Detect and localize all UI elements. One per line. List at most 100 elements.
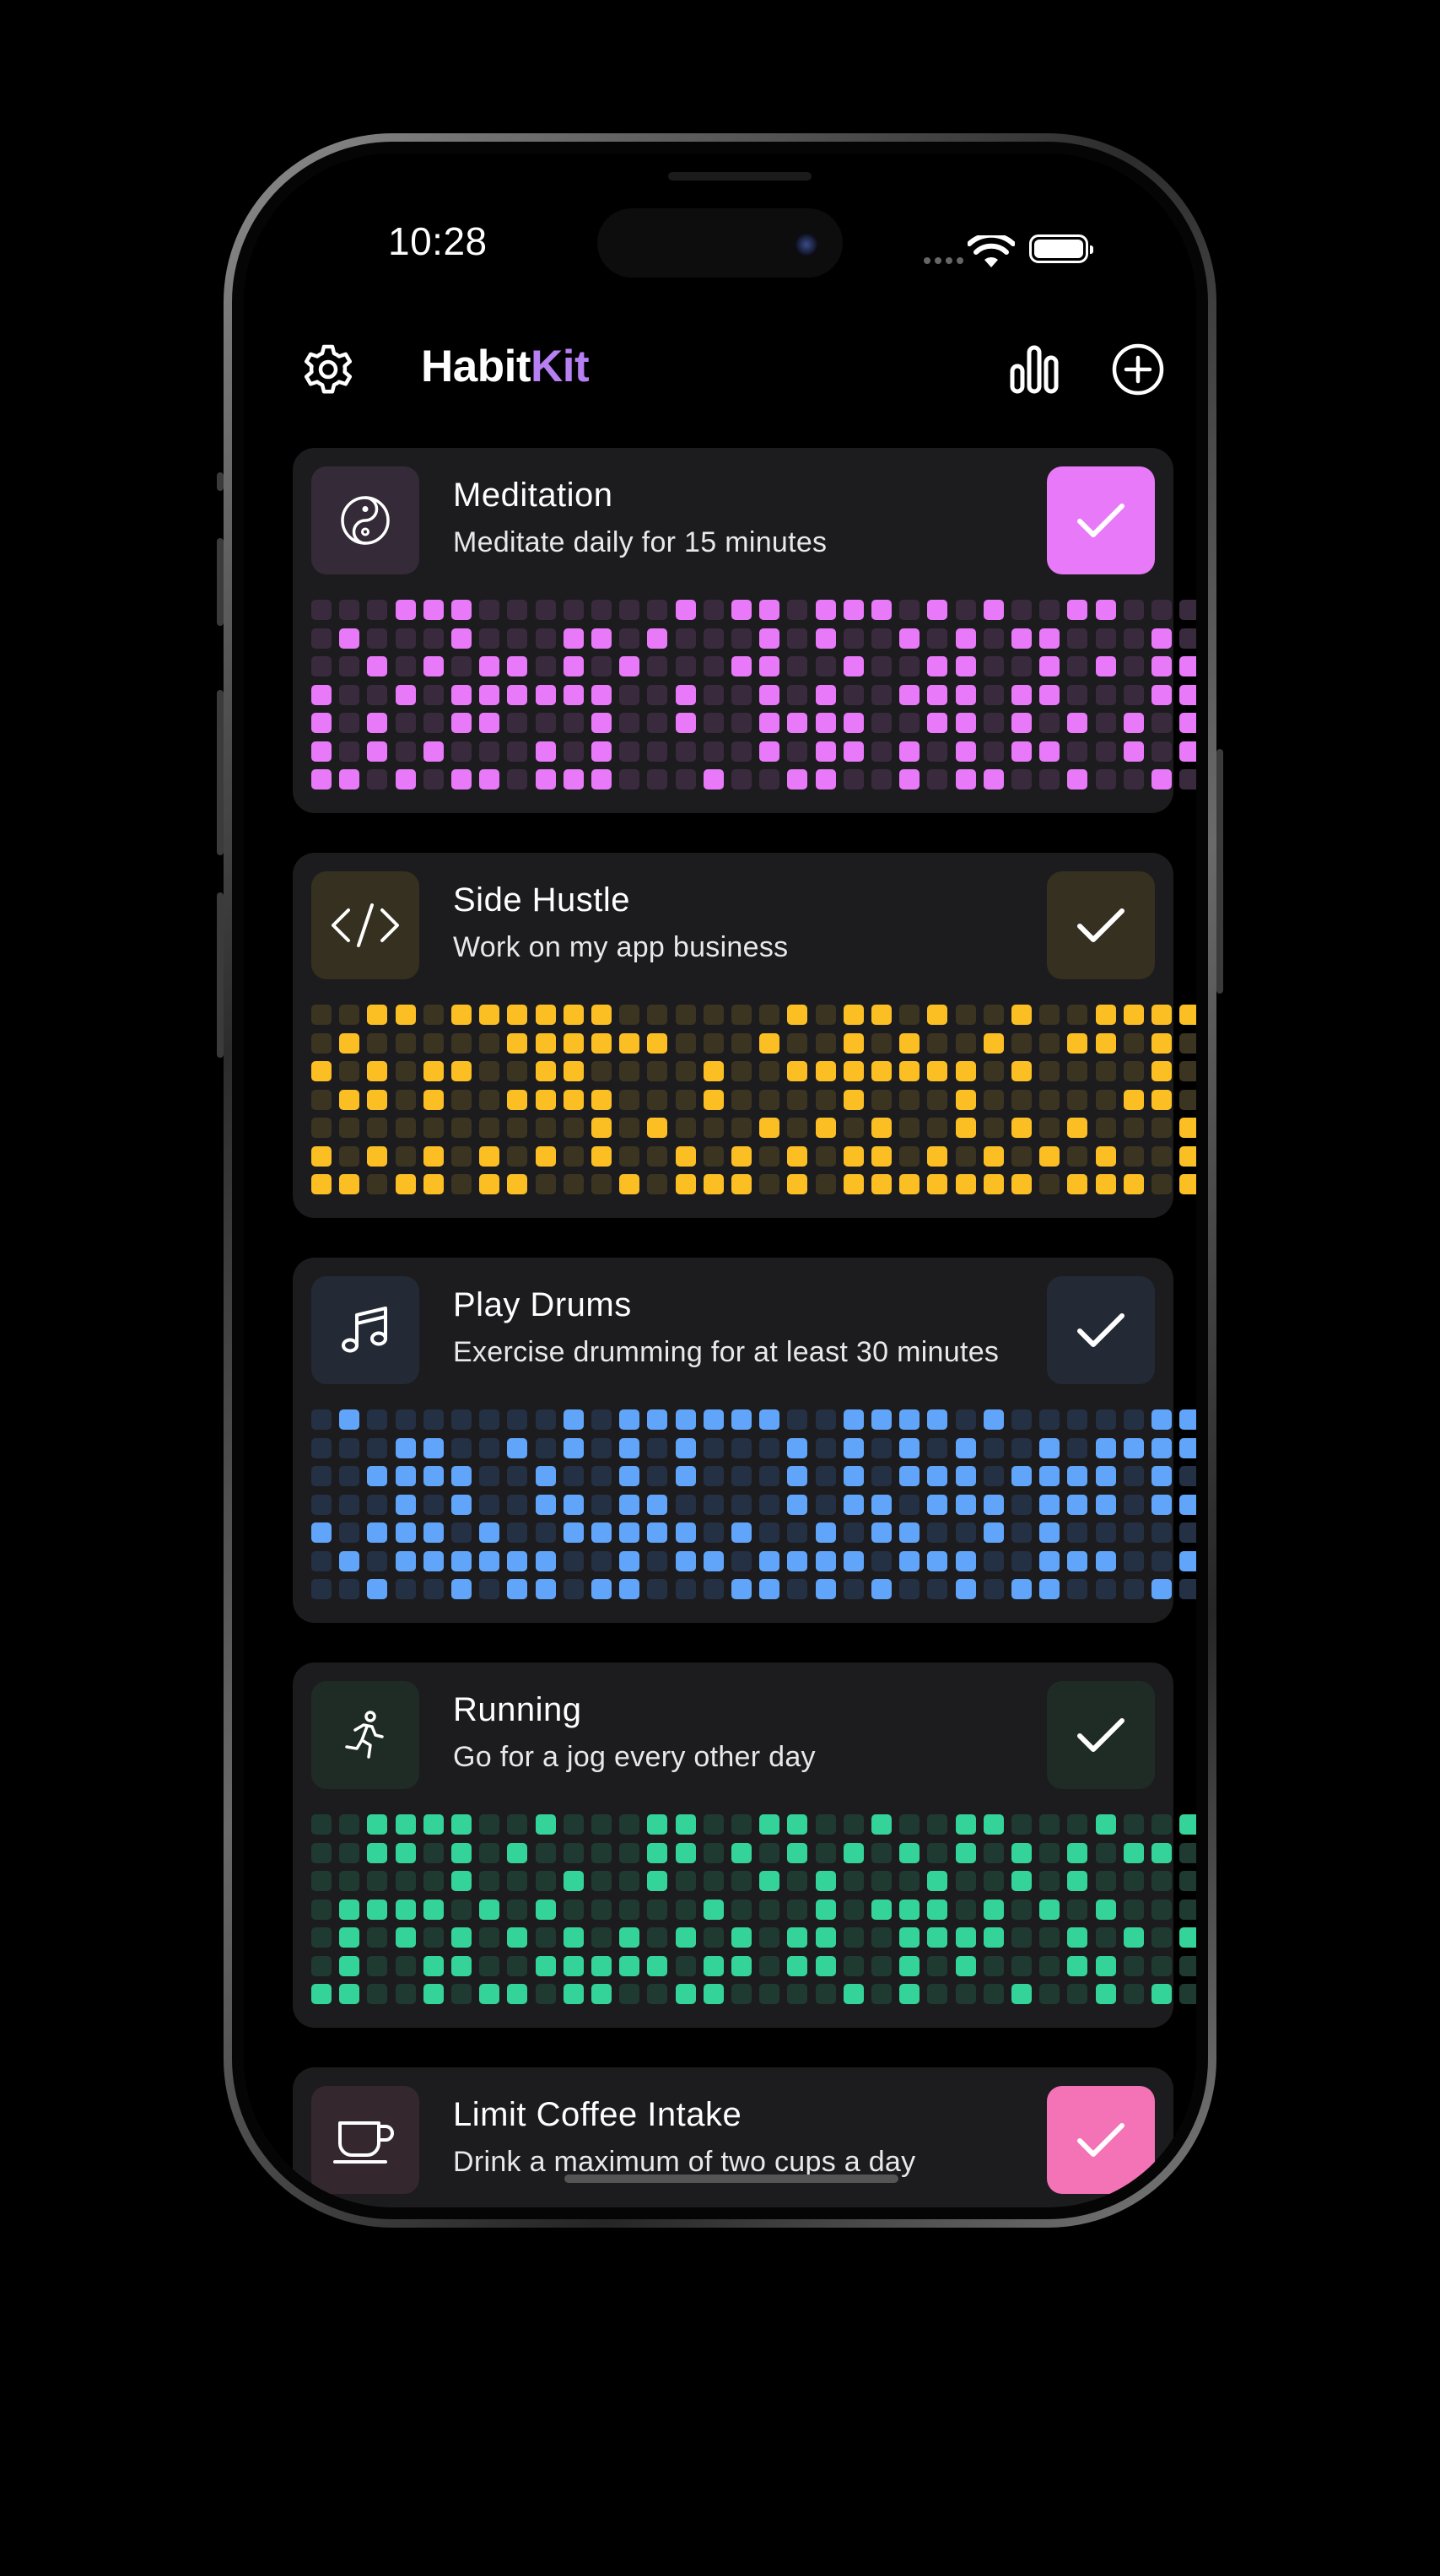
history-cell <box>367 600 388 620</box>
bar-chart-icon[interactable] <box>1008 342 1060 395</box>
history-cell <box>955 656 976 676</box>
history-cell <box>311 1409 332 1430</box>
home-indicator <box>564 2175 898 2183</box>
history-cell <box>703 769 724 790</box>
complete-today-button[interactable] <box>1047 1681 1155 1789</box>
history-cell <box>1151 628 1172 649</box>
history-cell <box>591 769 612 790</box>
history-cell <box>1179 713 1196 733</box>
history-cell <box>759 713 780 733</box>
history-cell <box>647 1814 668 1835</box>
history-cell <box>339 1005 360 1025</box>
history-cell <box>535 1955 556 1976</box>
history-cell <box>1179 1842 1196 1863</box>
history-cell <box>759 769 780 790</box>
gear-icon[interactable] <box>301 342 355 396</box>
history-cell <box>1123 1466 1144 1486</box>
habit-card[interactable]: Limit Coffee Intake Drink a maximum of tw… <box>293 2067 1173 2207</box>
history-cell <box>619 628 640 649</box>
history-cell <box>367 769 388 790</box>
history-cell <box>927 1579 948 1599</box>
history-cell <box>451 1061 472 1081</box>
history-cell <box>759 1174 780 1194</box>
history-cell <box>1123 1927 1144 1948</box>
habit-icon-box <box>311 1276 419 1384</box>
habit-card[interactable]: Meditation Meditate daily for 15 minutes <box>293 448 1196 813</box>
history-cell <box>507 684 528 705</box>
history-cell <box>787 1814 808 1835</box>
complete-today-button[interactable] <box>1047 466 1155 574</box>
habit-description: Meditate daily for 15 minutes <box>453 526 828 558</box>
habit-card[interactable]: Play Drums Exercise drumming for at least… <box>293 1258 1196 1623</box>
history-cell <box>395 600 416 620</box>
history-cell <box>731 1409 752 1430</box>
history-cell <box>647 1118 668 1138</box>
history-cell <box>955 1579 976 1599</box>
history-cell <box>647 1579 668 1599</box>
history-cell <box>311 1550 332 1571</box>
history-cell <box>675 684 696 705</box>
history-cell <box>507 1955 528 1976</box>
history-cell <box>843 1409 864 1430</box>
history-cell <box>759 1984 780 2004</box>
habit-card[interactable]: Running Go for a jog every other day <box>293 1663 1196 2028</box>
history-cell <box>367 684 388 705</box>
history-cell <box>787 1409 808 1430</box>
history-cell <box>871 1814 892 1835</box>
habit-card[interactable]: Side Hustle Work on my app business <box>293 853 1196 1218</box>
history-cell <box>1151 1814 1172 1835</box>
history-cell <box>1011 1579 1032 1599</box>
plus-circle-icon[interactable] <box>1111 342 1165 396</box>
history-cell <box>983 1061 1004 1081</box>
history-cell <box>1179 741 1196 762</box>
history-cell <box>591 1550 612 1571</box>
complete-today-button[interactable] <box>1047 1276 1155 1384</box>
history-cell <box>1179 1494 1196 1515</box>
history-cell <box>927 600 948 620</box>
history-cell <box>1011 1118 1032 1138</box>
checkmark-icon <box>1077 2123 1124 2157</box>
history-cell <box>647 1409 668 1430</box>
history-cell <box>1123 1871 1144 1891</box>
history-cell <box>507 1927 528 1948</box>
history-cell <box>507 1842 528 1863</box>
history-cell <box>339 1032 360 1054</box>
history-cell <box>815 1955 836 1976</box>
history-cell <box>591 1005 612 1025</box>
history-cell <box>1179 1927 1196 1948</box>
history-cell <box>311 1032 332 1054</box>
history-cell <box>1151 656 1172 676</box>
history-cell <box>843 741 864 762</box>
history-cell <box>1151 1842 1172 1863</box>
history-cell <box>1011 1899 1032 1920</box>
history-cell <box>1039 1466 1060 1486</box>
history-cell <box>1151 1145 1172 1167</box>
history-cell <box>619 684 640 705</box>
history-cell <box>535 1005 556 1025</box>
history-cell <box>311 1145 332 1167</box>
history-cell <box>675 1550 696 1571</box>
history-cell <box>1179 1032 1196 1054</box>
history-cell <box>507 1032 528 1054</box>
history-cell <box>871 1118 892 1138</box>
history-cell <box>479 1899 500 1920</box>
history-cell <box>983 769 1004 790</box>
history-cell <box>451 684 472 705</box>
complete-today-button[interactable] <box>1047 871 1155 979</box>
history-cell <box>1039 1871 1060 1891</box>
history-cell <box>955 713 976 733</box>
complete-today-button[interactable] <box>1047 2086 1155 2194</box>
history-cell <box>815 1409 836 1430</box>
history-cell <box>703 1927 724 1948</box>
history-cell <box>1039 1955 1060 1976</box>
habit-icon-box <box>311 1681 419 1789</box>
history-cell <box>423 684 444 705</box>
history-cell <box>1067 1466 1088 1486</box>
history-cell <box>843 600 864 620</box>
history-cell <box>787 1550 808 1571</box>
history-cell <box>1179 1899 1196 1920</box>
history-cell <box>507 1118 528 1138</box>
history-cell <box>1151 1984 1172 2004</box>
history-cell <box>1039 1409 1060 1430</box>
history-cell <box>955 1437 976 1458</box>
